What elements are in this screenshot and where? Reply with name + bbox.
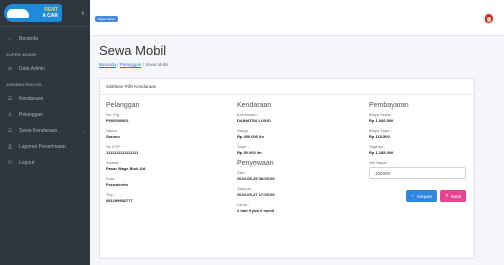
pembayaran-section: Pembayaran Biaya Sewa : Rp 1.066.500 Bia… [369,102,469,202]
customer-city-value: Purwokerto [106,182,129,187]
sidebar-toggle-icon[interactable]: ‹ [82,10,86,17]
car-icon [7,9,29,18]
close-icon: ✕ [444,193,449,198]
power-icon: ⏻ [8,160,12,166]
rental-end-value: 2023-05-27 17:00:00 [237,192,275,197]
sidebar-item-data-admin[interactable]: ⚙ Data Admin [0,61,90,77]
pelanggan-section: Pelanggan No. Plg : P000000001 Nama : Sa… [106,102,226,208]
section-title: Pembayaran [369,102,409,109]
price-value: Rp 450.000 /hr [237,134,265,139]
brand-line2: A CAR [42,13,58,19]
kendaraan-section: Kendaraan Kendaraan : DAIHATSU LUXIO Har… [237,102,357,218]
vehicle-value: DAIHATSU LUXIO [237,118,271,123]
sidebar-item-beranda[interactable]: ⌂ Beranda [0,31,90,47]
driver-price-value: Rp 50.000 /hr [237,150,262,155]
section-title: Pelanggan [106,102,140,109]
breadcrumb-current: Sewa Mobil [145,62,169,67]
chevron-left-icon: ‹ [82,128,84,134]
save-button-label: Simpan [416,193,432,199]
sidebar-item-logout[interactable]: ⏻ Logout [0,155,90,171]
section-title: Penyewaan [237,160,274,167]
page-title: Sewa Mobil [99,43,167,58]
field-label: Jml Bayar [369,160,387,165]
sidebar-item-label: Pelanggan [19,112,43,118]
payment-amount-input[interactable]: 100000 [369,167,466,179]
section-title: Kendaraan [237,102,272,109]
avatar-face [487,17,491,22]
breadcrumb-pelanggan[interactable]: Pelanggan [120,62,142,67]
rental-card: Silahkan Pilih Kendaraan Pelanggan No. P… [99,78,475,259]
user-avatar[interactable] [483,13,494,24]
sidebar: RENT A CAR ‹ ⌂ Beranda SUPER ADMIN ⚙ Dat… [0,0,90,265]
customer-phone-value: 081299982777 [106,198,133,203]
sidebar-item-label: Kendaraan [19,96,44,102]
rental-start-value: 2023-05-25 08:00:00 [237,176,275,181]
home-icon: ⌂ [8,36,12,42]
nav-header-administrator: ADMINISTRATOR [6,82,42,87]
total-bill-value: Rp 1.185.000 [369,150,394,155]
customer-ktp-value: 1111111111111111 [106,150,139,155]
check-icon: ✓ [410,193,415,198]
sidebar-item-label: Sewa Kendaraan [19,128,58,134]
save-button[interactable]: ✓ Simpan [405,190,437,202]
sidebar-item-label: Data Admin [19,66,45,72]
customer-id-value: P000000001 [106,118,129,123]
top-navbar: Super Admin [90,0,504,36]
breadcrumb-home[interactable]: Beranda [99,62,116,67]
sidebar-item-label: Logout [19,160,35,166]
sidebar-item-kendaraan[interactable]: ☰ Kendaraan [0,91,90,107]
gear-icon: ⚙ [7,66,13,72]
rental-duration-value: 2 hari 9 jam 0 menit [237,208,275,213]
table-icon: ☷ [7,128,13,134]
report-icon: ⎙ [7,144,12,150]
breadcrumb: Beranda / Pelanggan / Sewa Mobil [99,62,168,67]
rental-fee-value: Rp 1.066.500 [369,118,394,123]
role-badge: Super Admin [95,16,119,22]
sidebar-item-laporan-penerimaan[interactable]: ⎙ Laporan Penerimaan [0,139,90,155]
sidebar-item-sewa-kendaraan[interactable]: ☷ Sewa Kendaraan ‹ [0,123,90,139]
sidebar-item-label: Beranda [19,36,38,42]
sidebar-item-label: Laporan Penerimaan [19,144,66,150]
brand-logo[interactable]: RENT A CAR [4,4,62,22]
card-header: Silahkan Pilih Kendaraan [100,79,474,95]
nav-header-super-admin: SUPER ADMIN [6,52,37,57]
customer-address-value: Pasar Wage Blok 4/A [106,166,146,171]
cancel-button-label: Batal [450,193,461,199]
driver-fee-value: Rp 118.500 [369,134,390,139]
user-icon: ♙ [7,112,13,118]
sidebar-item-pelanggan[interactable]: ♙ Pelanggan [0,107,90,123]
form-actions: ✓ Simpan ✕ Batal [369,190,466,202]
customer-name-value: Sarono [106,134,120,139]
list-icon: ☰ [7,96,13,102]
brand: RENT A CAR ‹ [0,0,90,27]
cancel-button[interactable]: ✕ Batal [439,190,466,202]
